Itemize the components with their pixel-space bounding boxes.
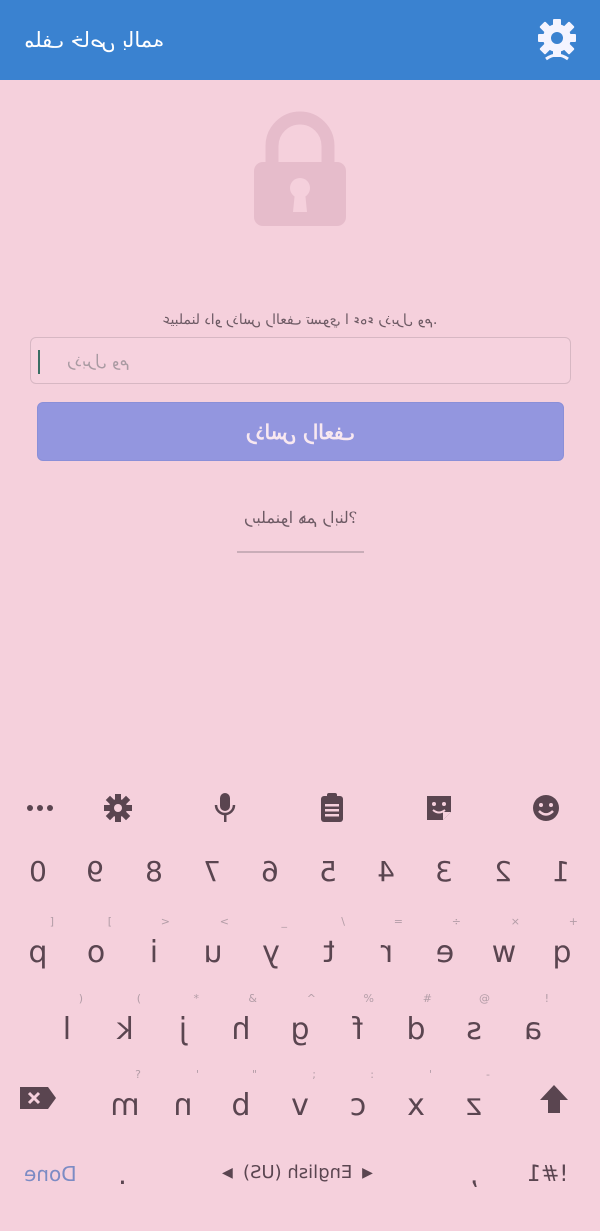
sticker-icon[interactable] [411,780,467,836]
key-o[interactable]: [o [70,915,122,985]
key-d[interactable]: # d [390,992,442,1062]
spacebar[interactable]: ◀ English (US) ▶ [222,1162,373,1183]
key-4[interactable]: 4 [360,855,412,895]
key-r[interactable]: = r [361,915,413,985]
done-key[interactable]: Done [24,1162,77,1186]
key-k[interactable]: (k [99,992,151,1062]
key-v[interactable]: ; v [274,1068,326,1138]
key-h[interactable]: & h [215,992,267,1062]
symbols-key[interactable]: !#1 [527,1162,568,1187]
key-g[interactable]: ^ g [274,992,326,1062]
key-f[interactable]: % f [332,992,384,1062]
settings-icon[interactable] [90,780,146,836]
language-label: English (US) [242,1162,353,1183]
more-icon[interactable] [12,780,68,836]
keyboard-toolbar [0,780,600,836]
key-6[interactable]: 6 [244,855,296,895]
clipboard-icon[interactable] [304,780,360,836]
key-c[interactable]: :c [332,1068,384,1138]
key-j[interactable]: * j [157,992,209,1062]
key-n[interactable]: ' n [157,1068,209,1138]
keyboard-bottom-row: Done . ◀ English (US) ▶ , !#1 [0,1150,600,1200]
key-i[interactable]: > i [128,915,180,985]
language-right-arrow-icon: ▶ [362,1164,373,1181]
app-bar: ملف خاص بالمه [0,0,600,80]
prompt-text: .عيبلمنا داو رذلس رالعف تسوي ا ءهء رذبرل… [162,312,438,328]
key-x[interactable]: ' x [390,1068,442,1138]
key-p[interactable]: ] p [12,915,64,985]
key-7[interactable]: 7 [186,855,238,895]
submit-button[interactable]: رذلس رالعف [37,402,564,461]
key-z[interactable]: -z [448,1068,500,1138]
submit-label: رذلس رالعف [246,419,355,444]
key-5[interactable]: 5 [302,855,354,895]
key-b[interactable]: " b [215,1068,267,1138]
key-1[interactable]: 1 [535,855,587,895]
lock-icon [254,111,346,226]
key-m[interactable]: ? m [99,1068,151,1138]
backspace-key[interactable] [12,1075,64,1135]
key-9[interactable]: 9 [69,855,121,895]
key-w[interactable]: × w [478,915,530,985]
key-3[interactable]: 3 [418,855,470,895]
key-l[interactable]: ) l [41,992,93,1062]
microphone-icon[interactable] [197,780,253,836]
emoji-icon[interactable] [518,780,574,836]
key-t[interactable]: \ t [303,915,355,985]
password-placeholder: رذبرل وم [67,351,130,370]
key-u[interactable]: < u [187,915,239,985]
key-2[interactable]: 2 [477,855,529,895]
key-q[interactable]: + q [536,915,588,985]
gear-icon[interactable] [532,15,582,65]
text-caret [38,350,40,374]
key-e[interactable]: ÷ e [419,915,471,985]
backspace-icon [20,1087,56,1109]
password-field[interactable]: رذبرل وم [30,337,571,384]
comma-key[interactable]: , [470,1158,479,1191]
shift-key[interactable] [528,1075,580,1135]
shift-arrow-icon [540,1085,568,1113]
key-a[interactable]: ! a [507,992,559,1062]
language-left-arrow-icon: ◀ [222,1164,233,1181]
period-key[interactable]: . [118,1158,127,1191]
key-8[interactable]: 8 [128,855,180,895]
forgot-link[interactable]: ?رىبلمنوا هم رابنا [237,508,364,553]
key-s[interactable]: @ s [448,992,500,1062]
key-y[interactable]: _ y [245,915,297,985]
app-title: ملف خاص بالمه [24,28,165,52]
key-0[interactable]: 0 [12,855,64,895]
